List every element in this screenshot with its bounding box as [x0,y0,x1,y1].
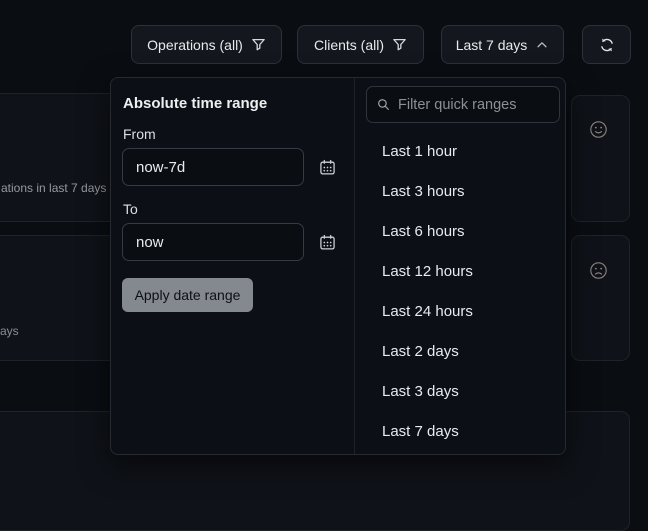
quick-range-option[interactable]: Last 12 hours [355,251,565,291]
search-icon [377,98,390,111]
calendar-icon [319,159,336,176]
apply-date-range-button[interactable]: Apply date range [122,278,253,312]
card-subtitle-truncated: ations in last 7 days [1,181,106,195]
clients-filter-button[interactable]: Clients (all) [297,25,424,64]
chevron-up-icon [535,38,549,52]
quick-range-option[interactable]: Last 2 days [355,331,565,371]
time-range-picker-button[interactable]: Last 7 days [441,25,564,64]
quick-range-option[interactable]: Last 3 days [355,371,565,411]
smiley-face-icon [589,120,608,139]
card-subtitle-truncated: ays [0,324,19,338]
clients-filter-label: Clients (all) [314,37,384,53]
quick-range-option[interactable]: Last 7 days [355,411,565,451]
quick-range-option[interactable]: Last 6 hours [355,211,565,251]
time-range-label: Last 7 days [456,37,528,53]
quick-ranges-filter-input[interactable] [398,97,549,113]
absolute-time-range-title: Absolute time range [123,95,267,112]
operations-filter-button[interactable]: Operations (all) [131,25,282,64]
dashboard-card-mid-right [571,235,630,361]
dashboard-card-top-right [571,95,630,222]
operations-filter-label: Operations (all) [147,37,243,53]
refresh-button[interactable] [582,25,631,64]
quick-ranges-section: Last 1 hour Last 3 hours Last 6 hours La… [354,78,565,454]
quick-range-option[interactable]: Last 3 hours [355,171,565,211]
to-calendar-button[interactable] [314,229,340,255]
quick-ranges-list: Last 1 hour Last 3 hours Last 6 hours La… [355,131,565,451]
to-input[interactable] [122,223,304,261]
quick-range-option[interactable]: Last 1 hour [355,131,565,171]
from-calendar-button[interactable] [314,154,340,180]
to-label: To [123,201,138,217]
from-input[interactable] [122,148,304,186]
quick-ranges-search-box [366,86,560,123]
from-label: From [123,126,156,142]
frowning-face-icon [589,261,608,280]
calendar-icon [319,234,336,251]
funnel-filter-icon [251,37,266,52]
quick-range-option[interactable]: Last 24 hours [355,291,565,331]
time-range-dropdown-panel: Absolute time range From To Apply date r… [110,77,566,455]
funnel-filter-icon [392,37,407,52]
refresh-icon [599,37,615,53]
